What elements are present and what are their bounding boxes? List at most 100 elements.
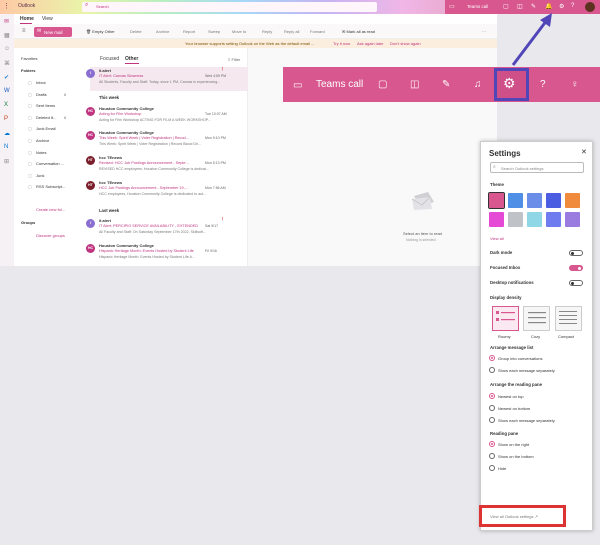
mark-all-read-label: Mark all as read — [346, 29, 375, 34]
theme-label: Theme — [490, 182, 504, 187]
theme-swatch[interactable] — [565, 193, 580, 208]
view-all-themes-link[interactable]: View all — [490, 236, 504, 241]
groups-header[interactable]: Groups — [21, 220, 35, 225]
gear-icon[interactable]: ⚙ — [559, 3, 564, 10]
zoom-bell-icon: ♫ — [474, 79, 482, 90]
message-date: Fri 9/16 — [205, 249, 217, 253]
theme-swatch[interactable] — [565, 212, 580, 227]
radio-show-each-message[interactable] — [489, 367, 495, 373]
close-icon[interactable]: ✕ — [581, 148, 587, 156]
people-icon[interactable]: ☺ — [4, 46, 10, 52]
sender-avatar: HC — [86, 244, 95, 253]
message-group-header: Last week — [99, 208, 120, 213]
tab-home[interactable]: Home — [20, 16, 34, 22]
theme-swatch[interactable] — [527, 212, 542, 227]
folders-header[interactable]: Folders — [21, 68, 35, 73]
folder-item[interactable]: Inbox — [36, 80, 46, 85]
tab-view[interactable]: View — [42, 16, 53, 22]
app-title[interactable]: Outlook — [18, 3, 35, 9]
forward-button[interactable]: Forward — [310, 29, 325, 34]
radio-group-conversations[interactable] — [489, 355, 495, 361]
tab-focused[interactable]: Focused — [100, 56, 119, 62]
calendar-icon[interactable]: ▦ — [4, 32, 10, 39]
theme-swatch[interactable] — [546, 193, 561, 208]
sender-avatar: HT — [86, 156, 95, 165]
radio-newest-bottom[interactable] — [489, 405, 495, 411]
message-date: Mon 9:10 PM — [205, 136, 226, 140]
message-sender: it.alert — [99, 218, 112, 223]
todo-icon[interactable]: ✔ — [4, 74, 9, 81]
folder-item[interactable]: Archive — [36, 138, 49, 143]
ribbon-tabs — [14, 14, 497, 24]
folder-item[interactable]: Junk — [36, 173, 44, 178]
empty-other-label: Empty Other — [92, 29, 115, 34]
theme-swatch[interactable] — [488, 192, 505, 209]
teams-call-button[interactable]: Teams call — [467, 4, 488, 9]
focused-inbox-toggle[interactable] — [569, 265, 583, 271]
folder-item[interactable]: Junk Email — [36, 126, 56, 131]
help-icon[interactable]: ? — [571, 3, 574, 9]
folder-item[interactable]: Conversation ... — [36, 161, 64, 166]
empty-other-button[interactable]: 🗑 Empty Other — [86, 29, 115, 34]
message-row[interactable] — [90, 67, 248, 91]
chat-icon[interactable]: ▢ — [503, 3, 509, 10]
radio-show-each-pane[interactable] — [489, 417, 495, 423]
folder-item[interactable]: Sent Items — [36, 103, 55, 108]
word-icon[interactable]: W — [4, 88, 10, 94]
mark-all-read-button[interactable]: ✉ Mark all as read — [342, 29, 375, 34]
folder-item[interactable]: Drafts — [36, 92, 47, 97]
more-options-icon[interactable]: ⋯ — [482, 29, 486, 34]
search-input[interactable] — [82, 2, 377, 12]
folder-icon: ▢ — [28, 103, 32, 109]
reply-button[interactable]: Reply — [262, 29, 272, 34]
radio-newest-top[interactable] — [489, 393, 495, 399]
zoom-help-icon: ? — [540, 79, 546, 90]
excel-icon[interactable]: X — [4, 102, 8, 108]
theme-swatch[interactable] — [527, 193, 542, 208]
delete-button[interactable]: Delete — [130, 29, 142, 34]
archive-button[interactable]: Archive — [156, 29, 169, 34]
view-all-outlook-settings-link[interactable]: View all Outlook settings ↗ — [490, 514, 538, 519]
theme-swatch[interactable] — [489, 212, 504, 227]
attach-icon[interactable]: ⌘ — [4, 60, 10, 67]
app-launcher-icon[interactable]: ⋮ — [3, 2, 10, 10]
folder-item[interactable]: Deleted It... — [36, 115, 56, 120]
folder-item[interactable]: Notes — [36, 150, 46, 155]
apps-icon[interactable]: ⊞ — [4, 158, 9, 165]
radio-show-bottom[interactable] — [489, 453, 495, 459]
create-new-folder-link[interactable]: Create new fol... — [36, 207, 65, 212]
onenote-icon[interactable]: N — [4, 144, 8, 150]
dont-show-link[interactable]: Don't show again — [390, 41, 421, 46]
reply-all-button[interactable]: Reply all — [284, 29, 299, 34]
sweep-button[interactable]: Sweep — [208, 29, 220, 34]
avatar[interactable] — [585, 2, 595, 12]
theme-swatch[interactable] — [508, 193, 523, 208]
hamburger-icon[interactable]: ≡ — [22, 28, 26, 34]
message-row[interactable] — [90, 217, 248, 241]
bell-icon[interactable]: 🔔 — [545, 3, 552, 10]
office-icon[interactable]: ◫ — [517, 3, 523, 10]
feedback-icon[interactable]: ✎ — [531, 3, 536, 10]
filter-label: Filter — [231, 57, 241, 62]
tab-other[interactable]: Other — [125, 56, 138, 62]
report-button[interactable]: Report — [183, 29, 195, 34]
theme-swatch[interactable] — [508, 212, 523, 227]
video-call-icon[interactable]: ▭ — [449, 3, 455, 10]
ask-later-link[interactable]: Ask again later — [357, 41, 383, 46]
favorites-header[interactable]: Favorites — [21, 56, 37, 61]
try-it-now-link[interactable]: Try it now — [333, 41, 350, 46]
dark-mode-toggle[interactable] — [569, 250, 583, 256]
reading-pane-label: Reading pane — [490, 431, 519, 436]
radio-show-right[interactable] — [489, 441, 495, 447]
powerpoint-icon[interactable]: P — [4, 116, 8, 122]
discover-groups-link[interactable]: Discover groups — [36, 233, 65, 238]
move-to-button[interactable]: Move to — [232, 29, 246, 34]
folder-item[interactable]: RSS Subscript... — [36, 184, 65, 189]
mail-icon[interactable]: ✉ — [4, 18, 9, 25]
desktop-notifications-toggle[interactable] — [569, 280, 583, 286]
radio-hide[interactable] — [489, 465, 495, 471]
theme-swatch[interactable] — [546, 212, 561, 227]
compose-icon: ✉ — [37, 28, 42, 34]
onedrive-icon[interactable]: ☁ — [4, 130, 10, 137]
filter-button[interactable]: ≡ Filter — [228, 57, 240, 62]
